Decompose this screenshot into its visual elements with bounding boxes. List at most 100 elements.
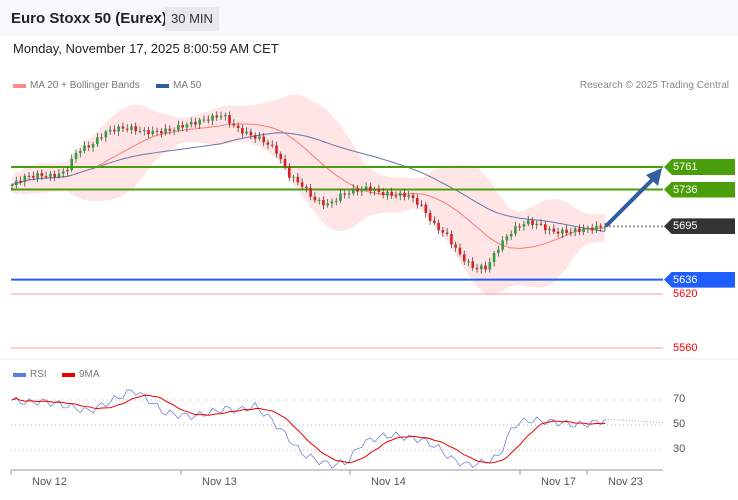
candle bbox=[356, 188, 359, 192]
candle bbox=[309, 187, 312, 197]
candle bbox=[138, 131, 142, 133]
candle bbox=[83, 145, 86, 151]
candle bbox=[369, 186, 372, 192]
candle bbox=[522, 224, 526, 227]
candle bbox=[113, 129, 116, 132]
candle bbox=[168, 128, 172, 131]
candle bbox=[313, 196, 317, 201]
candle bbox=[492, 253, 496, 263]
candle bbox=[27, 175, 31, 177]
candle bbox=[543, 224, 547, 231]
candle bbox=[518, 226, 521, 228]
candle bbox=[160, 131, 163, 134]
candle bbox=[514, 226, 517, 234]
candle bbox=[561, 229, 564, 234]
rsi-line bbox=[11, 389, 606, 469]
candle bbox=[573, 228, 577, 232]
candle bbox=[428, 212, 432, 221]
candle bbox=[23, 175, 27, 182]
level-tag-5761: 5761 bbox=[664, 159, 735, 175]
candle bbox=[36, 173, 39, 178]
candle bbox=[279, 153, 283, 160]
x-tick-label: Nov 14 bbox=[371, 476, 406, 488]
candle bbox=[53, 173, 56, 178]
candle bbox=[548, 228, 551, 231]
candle bbox=[458, 247, 462, 255]
candle bbox=[49, 173, 52, 177]
candle bbox=[117, 126, 120, 132]
candle bbox=[599, 225, 603, 228]
candle bbox=[462, 254, 466, 262]
candle bbox=[66, 169, 69, 172]
candle bbox=[531, 220, 534, 226]
candle bbox=[501, 240, 504, 250]
candle bbox=[142, 130, 146, 132]
candle bbox=[10, 185, 14, 187]
candle bbox=[177, 125, 180, 130]
candle bbox=[262, 136, 266, 143]
candle bbox=[411, 195, 415, 198]
candle bbox=[87, 145, 91, 148]
candle bbox=[70, 158, 74, 170]
candle bbox=[381, 191, 385, 196]
candle bbox=[44, 176, 48, 178]
candle bbox=[569, 231, 573, 233]
candle bbox=[155, 130, 159, 132]
candle bbox=[253, 135, 257, 139]
candle bbox=[266, 142, 270, 145]
rsi-projection bbox=[604, 418, 664, 423]
candle bbox=[475, 267, 479, 270]
candle bbox=[390, 191, 393, 196]
candle bbox=[454, 244, 457, 248]
candle bbox=[236, 125, 240, 128]
candle bbox=[317, 199, 321, 201]
candle bbox=[181, 125, 184, 128]
candle bbox=[172, 129, 176, 131]
candle bbox=[258, 136, 261, 139]
candle bbox=[339, 193, 342, 201]
rsi-9ma-line bbox=[11, 394, 606, 464]
candle bbox=[373, 189, 376, 192]
candle bbox=[595, 225, 598, 231]
candle bbox=[151, 130, 155, 135]
x-tick-label: Nov 17 bbox=[541, 476, 576, 488]
candle bbox=[292, 176, 295, 178]
candle bbox=[415, 197, 419, 205]
candle bbox=[467, 261, 470, 263]
candle bbox=[526, 220, 530, 225]
candle bbox=[603, 226, 607, 228]
candle bbox=[305, 186, 308, 188]
candle bbox=[437, 222, 440, 231]
candle bbox=[108, 129, 112, 132]
candle bbox=[450, 233, 453, 245]
candle bbox=[586, 227, 590, 229]
candle bbox=[539, 223, 543, 225]
candle bbox=[219, 116, 223, 118]
candle bbox=[198, 119, 202, 125]
level-tag-5695: 5695 bbox=[664, 218, 735, 235]
level-tag-5636: 5636 bbox=[664, 271, 735, 288]
candle bbox=[565, 229, 568, 233]
candle bbox=[471, 261, 475, 268]
candle bbox=[134, 126, 138, 132]
candle bbox=[164, 128, 167, 134]
candle bbox=[147, 130, 150, 135]
rsi-tick-70: 70 bbox=[673, 393, 686, 405]
level-label-5560: 5560 bbox=[673, 342, 698, 354]
candle bbox=[14, 180, 18, 186]
forecast-arrow bbox=[604, 178, 654, 228]
candle bbox=[96, 137, 99, 145]
candle bbox=[479, 265, 483, 270]
candle bbox=[288, 167, 291, 178]
candle bbox=[403, 192, 406, 197]
candle bbox=[578, 228, 581, 233]
candle bbox=[377, 189, 381, 192]
candle bbox=[245, 131, 248, 134]
candle bbox=[330, 201, 334, 204]
bollinger-band bbox=[12, 94, 605, 296]
level-tag-5736: 5736 bbox=[664, 181, 735, 198]
candle bbox=[202, 119, 206, 121]
candle bbox=[582, 228, 585, 233]
candle bbox=[32, 175, 35, 178]
candle bbox=[249, 131, 253, 136]
